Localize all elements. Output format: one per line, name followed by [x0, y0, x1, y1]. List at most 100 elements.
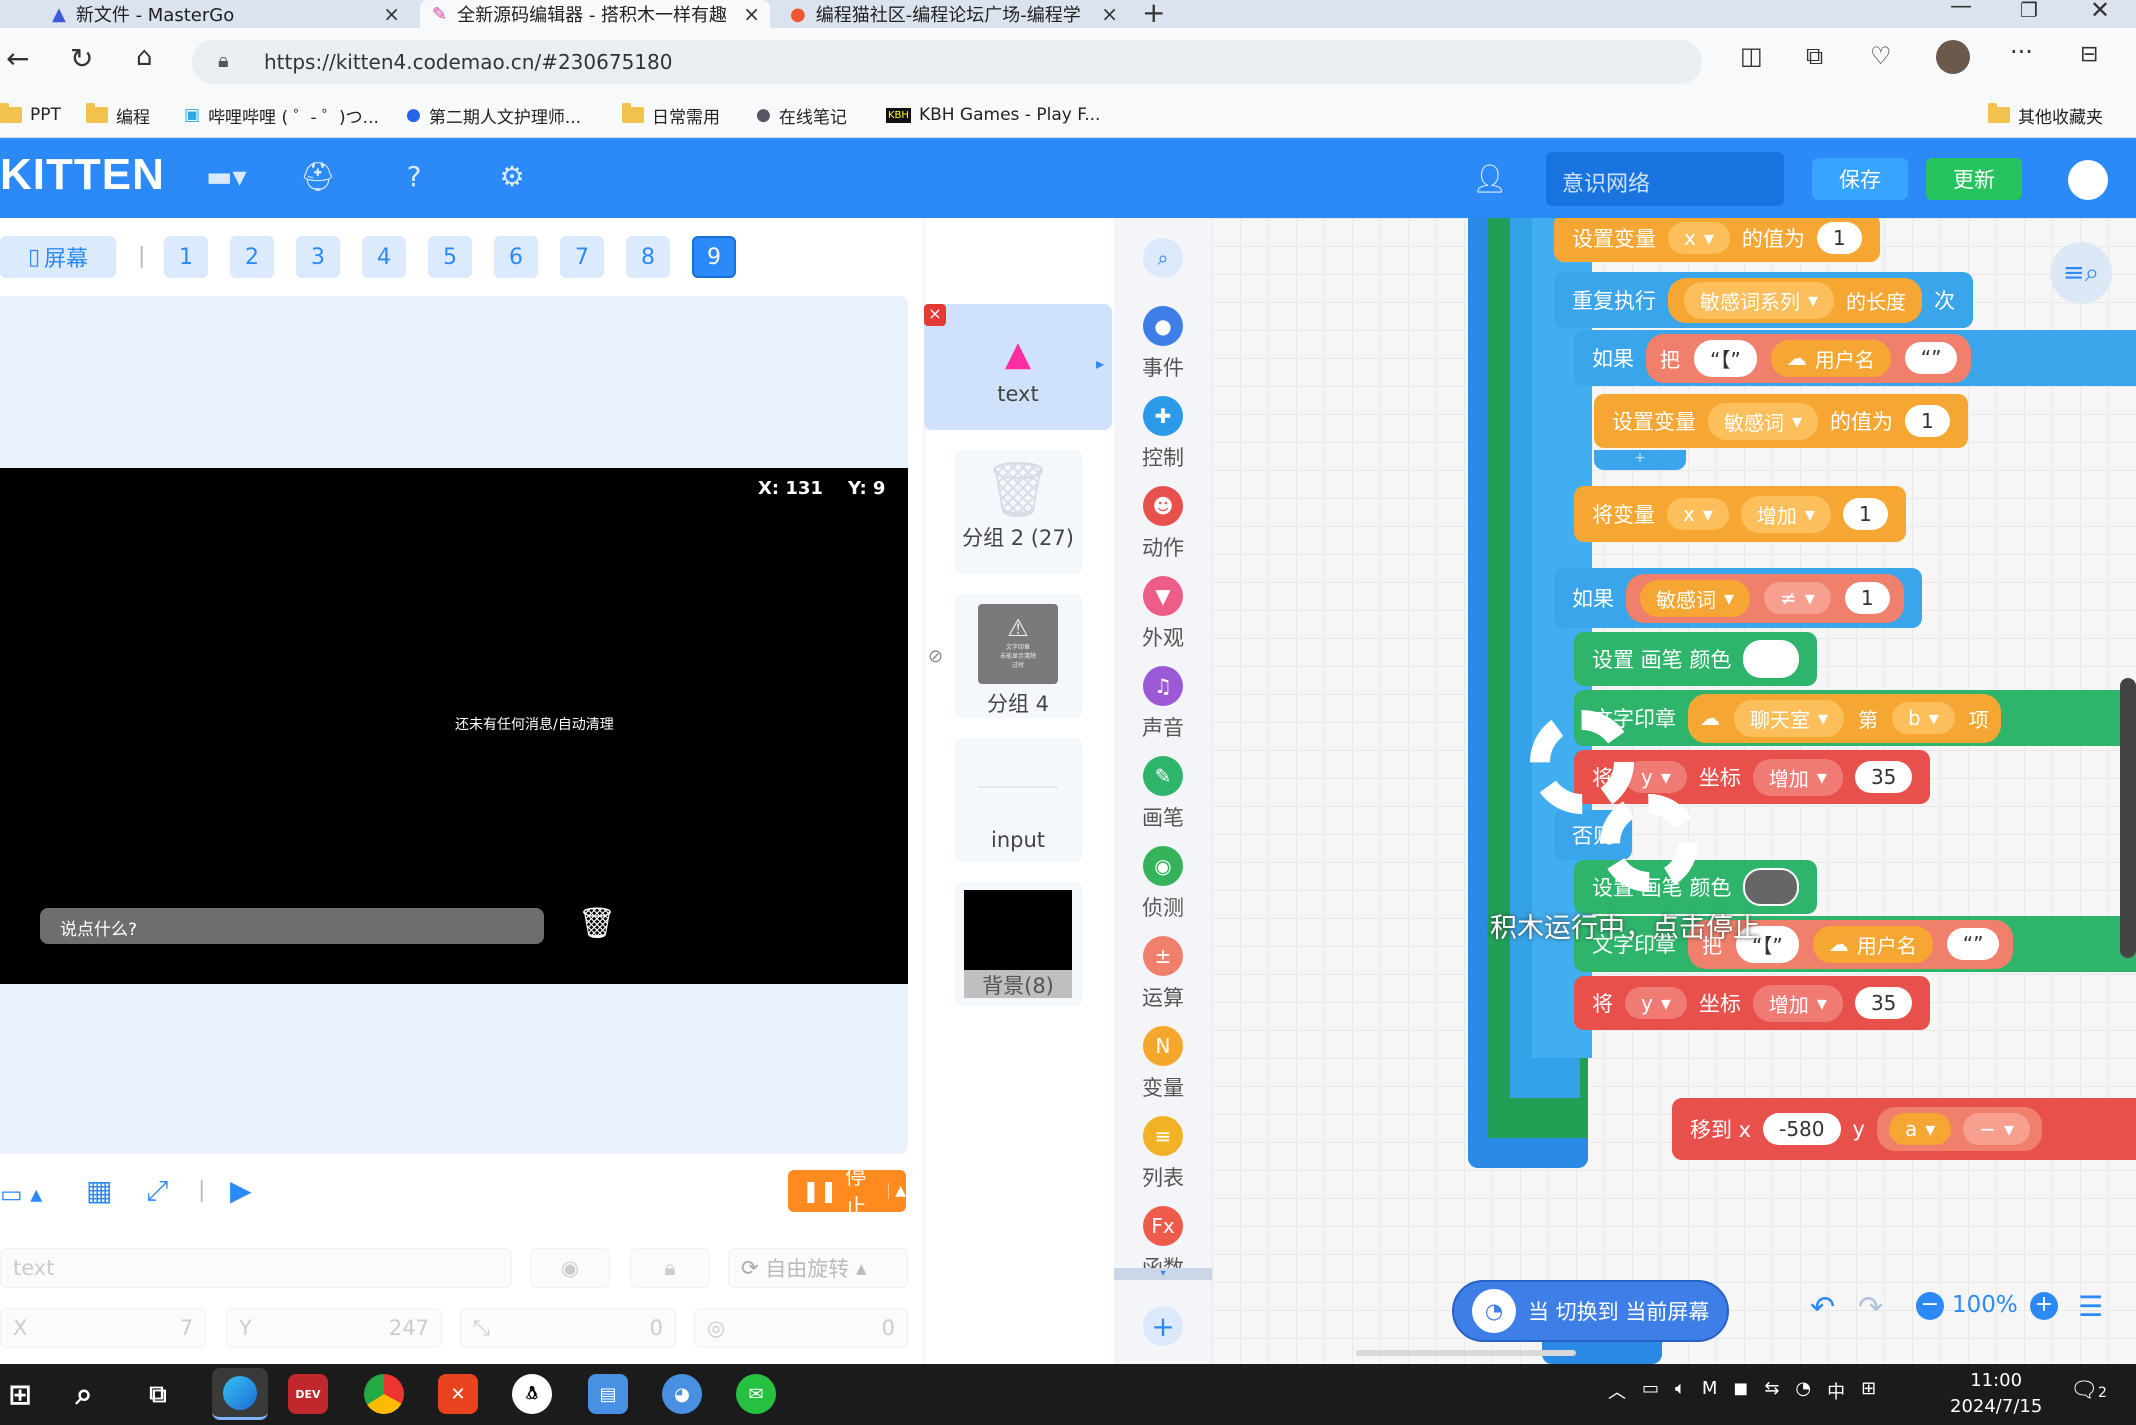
screen-page-3[interactable]: 3 — [296, 236, 340, 278]
new-tab-icon[interactable]: + — [1142, 0, 1165, 29]
split-screen-icon[interactable]: ◫ — [1740, 42, 1763, 70]
user-avatar[interactable] — [2068, 160, 2108, 200]
category-scroll-indicator[interactable]: ▾ — [1114, 1268, 1212, 1280]
keyboard-icon[interactable]: ⊞ — [1861, 1378, 1876, 1404]
start-menu-icon[interactable]: ⊞ — [0, 1374, 40, 1414]
help-icon[interactable]: ? — [396, 160, 432, 194]
stage-canvas[interactable] — [0, 468, 908, 984]
sprite-item-text[interactable]: × ▲ ▸ text — [924, 304, 1112, 430]
bookmark-notes[interactable]: ● 在线笔记 — [756, 100, 847, 130]
direction-field[interactable]: ◎ 0 — [694, 1308, 908, 1348]
bookmark-kbh[interactable]: KBH KBH Games - Play F... — [886, 100, 1100, 130]
task-view-icon[interactable]: ⧉ — [138, 1374, 178, 1414]
var-list-reporter[interactable]: 敏感词系列 ▾ 的长度 — [1668, 277, 1923, 323]
sprite-item-group4[interactable]: ⚠ 文字印章 未能显示清除 过时 分组 4 — [954, 594, 1082, 718]
horizontal-scrollbar[interactable] — [1356, 1350, 1576, 1356]
y-position-field[interactable]: Y 247 — [226, 1308, 442, 1348]
block-workspace[interactable]: 设置变量 x ▾ 的值为 1 重复执行 敏感词系列 ▾ 的长度 次 如果 把 “【” … — [1212, 218, 2136, 1364]
screen-page-6[interactable]: 6 — [494, 236, 538, 278]
block-move-to[interactable]: 移到 x -580 y a ▾ − ▾ — [1672, 1098, 2136, 1160]
grid-icon[interactable]: ▦ — [86, 1174, 112, 1207]
volume-icon[interactable]: 🔈︎ — [1675, 1378, 1686, 1404]
running-status-text[interactable]: 积木运行中，点击停止 — [1490, 906, 1760, 945]
screen-page-2[interactable]: 2 — [230, 236, 274, 278]
sidebar-toggle-icon[interactable]: ⊟ — [2080, 42, 2098, 67]
backpack-icon[interactable]: ⛑ — [300, 160, 336, 194]
category-5[interactable]: ✎ 画笔 — [1114, 756, 1212, 832]
x-position-field[interactable]: X7 — [0, 1308, 206, 1348]
wechat-tray-icon[interactable]: ◼ — [1733, 1378, 1748, 1404]
close-tab-icon[interactable]: × — [383, 2, 400, 26]
block-search-icon[interactable]: ≡⌕ — [2050, 242, 2112, 304]
visibility-eye-icon[interactable]: ◉ — [530, 1248, 610, 1288]
close-tab-icon[interactable]: × — [1101, 2, 1118, 26]
more-menu-icon[interactable]: ··· — [2010, 38, 2033, 66]
heartbeat-icon[interactable]: ♡ — [1870, 42, 1892, 70]
block-set-pen-color[interactable]: 设置 画笔 颜色 — [1574, 632, 1818, 686]
notification-center-icon[interactable]: 🗨︎2 — [2070, 1378, 2107, 1403]
sprite-name-input[interactable]: text — [0, 1248, 512, 1288]
settings-tray-icon[interactable]: ⇆ — [1764, 1378, 1779, 1404]
category-1[interactable]: ✚ 控制 — [1114, 396, 1212, 472]
system-tray[interactable]: ︿ ▭ 🔈︎ M ◼ ⇆ ◔ 中 ⊞ — [1608, 1378, 1876, 1404]
browser-tab-kitten[interactable]: ✎ 全新源码编辑器 - 搭积木一样有趣 × — [420, 0, 770, 28]
m-app-icon[interactable]: M — [1702, 1378, 1718, 1404]
clock[interactable]: 11:00 2024/7/15 — [1950, 1368, 2042, 1420]
qq-taskbar-icon[interactable]: 🐧︎ — [512, 1374, 552, 1414]
collections-icon[interactable]: ⧉ — [1806, 42, 1823, 70]
stage-size-icon[interactable]: ▭ ▴ — [0, 1180, 42, 1208]
category-9[interactable]: ≡ 列表 — [1114, 1116, 1212, 1192]
delete-sprite-icon[interactable]: × — [924, 304, 946, 326]
running-gear-icon-small[interactable] — [1600, 794, 1698, 892]
undo-icon[interactable]: ↶ — [1810, 1290, 1835, 1325]
color-swatch-white[interactable] — [1743, 640, 1800, 678]
screen-page-5[interactable]: 5 — [428, 236, 472, 278]
trash-icon[interactable]: 🗑︎ — [578, 906, 616, 941]
file-menu-icon[interactable]: ▬▾ — [206, 160, 247, 194]
url-text[interactable]: https://kitten4.codemao.cn/#230675180 — [264, 50, 672, 74]
block-if-1[interactable]: 如果 把 “【” ☁ 用户名 “” — [1574, 330, 2136, 386]
block-if-2[interactable]: 如果 敏感词 ▾ ≠ ▾ 1 — [1554, 568, 1922, 628]
chevron-up-icon[interactable]: ︿ — [1608, 1378, 1626, 1404]
category-2[interactable]: ☻ 动作 — [1114, 486, 1212, 562]
value-input[interactable]: 1 — [1816, 222, 1862, 254]
chrome-taskbar-icon[interactable] — [364, 1374, 404, 1414]
block-change-y-2[interactable]: 将 y ▾ 坐标 增加 ▾ 35 — [1574, 976, 1931, 1030]
block-increase-x[interactable]: 将变量 x ▾ 增加 ▾ 1 — [1574, 486, 1906, 542]
battery-icon[interactable]: ▭ — [1642, 1378, 1659, 1404]
var-dropdown[interactable]: x ▾ — [1668, 222, 1730, 254]
stop-button[interactable]: ❚❚ 停止 ▲ — [788, 1165, 906, 1219]
block-text-stamp[interactable]: 文字印章 ☁ 聊天室 ▾ 第 b ▾ 项 — [1574, 690, 2136, 746]
bookmark-other-folder[interactable]: 其他收藏夹 — [1988, 100, 2103, 130]
block-event-switch-screen[interactable]: ◔ 当 切换到 当前屏幕 — [1452, 1280, 1730, 1342]
category-8[interactable]: N 变量 — [1114, 1026, 1212, 1102]
bookmark-biancheng[interactable]: 编程 — [86, 100, 150, 130]
remote-desktop-taskbar-icon[interactable]: ▤ — [588, 1374, 628, 1414]
workspace-scrollbar[interactable] — [2120, 678, 2136, 958]
screen-page-1[interactable]: 1 — [164, 236, 208, 278]
block-set-var-sensitive[interactable]: 设置变量 敏感词 ▾ 的值为 1 — [1594, 394, 1968, 448]
ime-indicator[interactable]: 中 — [1827, 1378, 1845, 1404]
settings-gear-icon[interactable]: ⚙ — [494, 160, 530, 194]
play-preview-icon[interactable]: ▶ — [230, 1174, 252, 1207]
color-swatch-gray[interactable] — [1743, 868, 1800, 906]
wechat-taskbar-icon[interactable]: ✉ — [736, 1374, 776, 1414]
refresh-icon[interactable]: ↻ — [70, 42, 93, 75]
back-icon[interactable]: ← — [6, 42, 29, 75]
bookmark-ppt[interactable]: PPT — [0, 100, 61, 130]
screen-page-4[interactable]: 4 — [362, 236, 406, 278]
save-button[interactable]: 保存 — [1812, 158, 1908, 200]
screen-page-7[interactable]: 7 — [560, 236, 604, 278]
add-extension-button[interactable]: + — [1114, 1306, 1212, 1352]
redo-icon[interactable]: ↷ — [1858, 1290, 1883, 1325]
tencent-meeting-taskbar-icon[interactable]: ◕ — [662, 1374, 702, 1414]
running-gear-icon[interactable] — [1530, 710, 1634, 814]
size-field[interactable]: ⤡ 0 — [460, 1308, 676, 1348]
join-reporter[interactable]: 把 “【” ☁ 用户名 “” — [1646, 333, 1972, 383]
close-window-icon[interactable]: ✕ — [2090, 0, 2110, 24]
sprite-item-background[interactable]: 背景(8) — [954, 882, 1082, 1006]
search-blocks-button[interactable]: ⌕ — [1114, 238, 1212, 284]
sprite-item-input[interactable]: input — [954, 738, 1082, 862]
bookmark-humanistic[interactable]: ● 第二期人文护理师... — [406, 100, 581, 130]
lock-toggle-icon[interactable]: 🔒︎ — [630, 1248, 710, 1288]
